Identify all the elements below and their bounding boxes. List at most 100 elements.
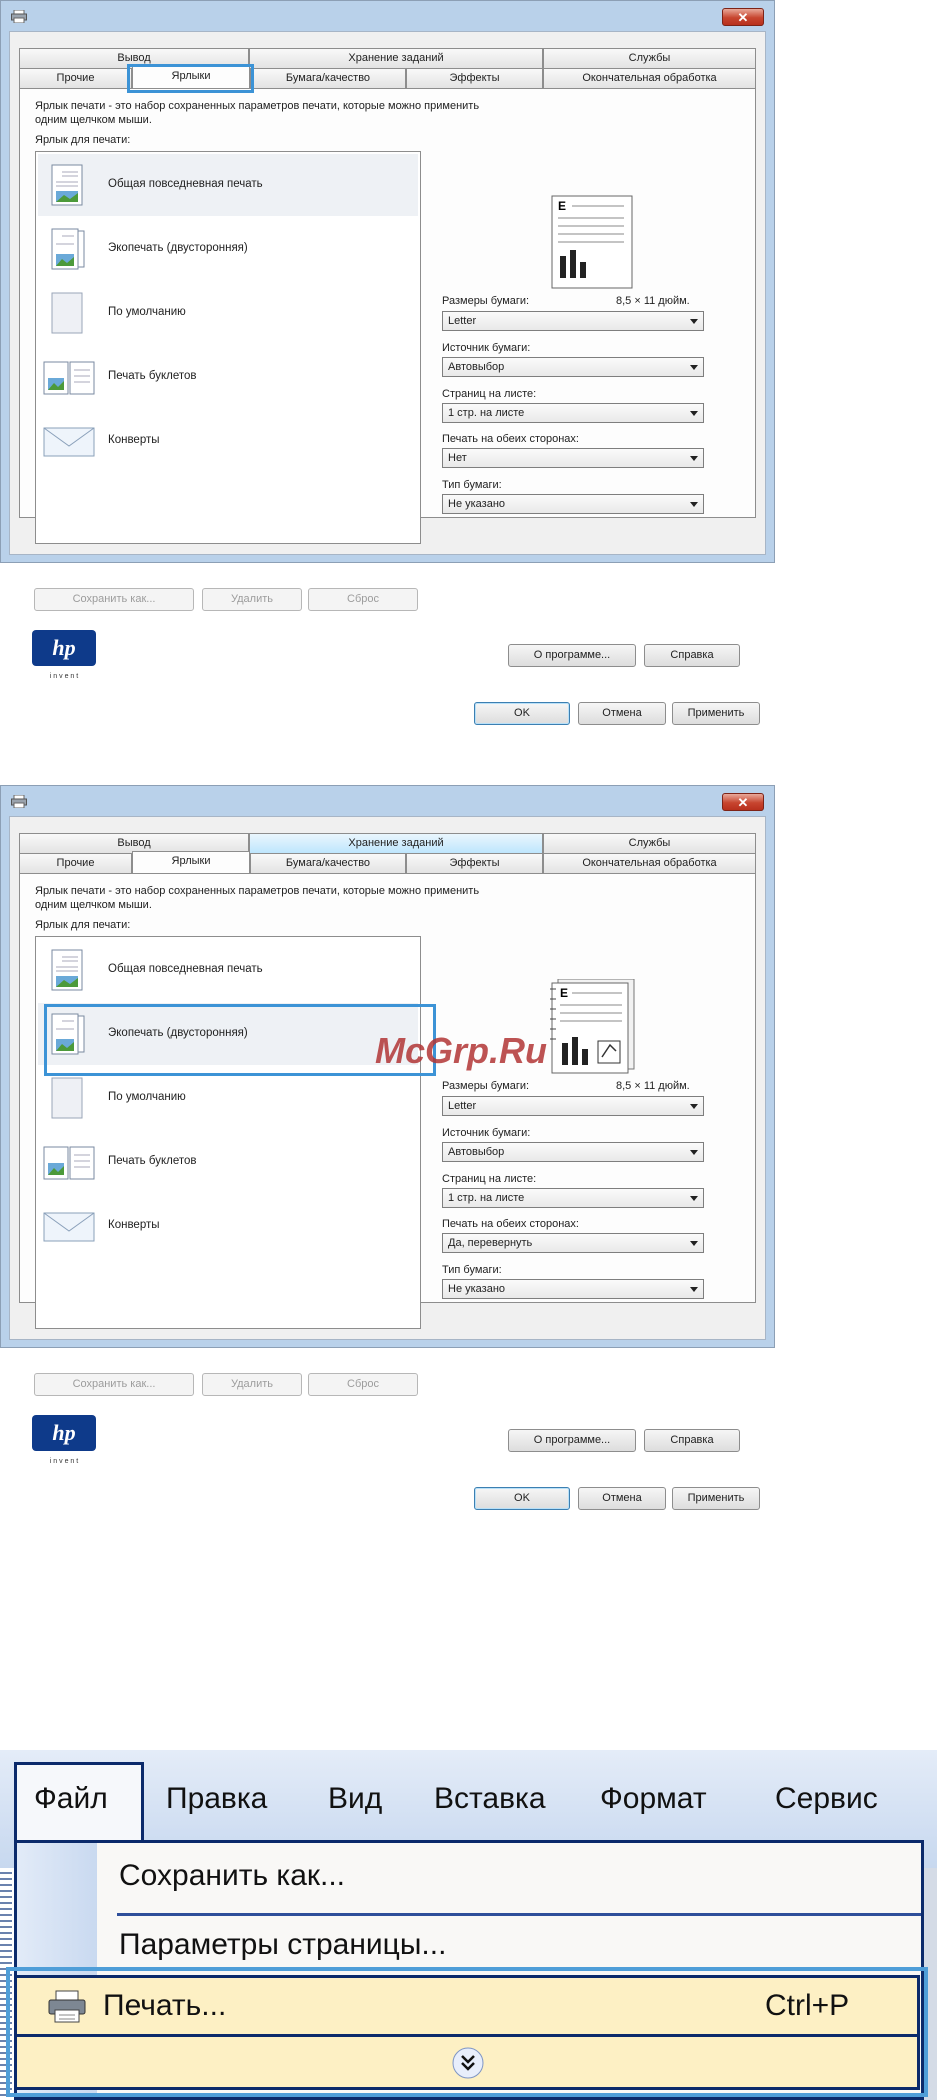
tab-output[interactable]: Вывод [19, 833, 249, 853]
hp-logo-subtext: i n v e n t [50, 1458, 78, 1465]
shortcut-list[interactable]: Общая повседневная печать Экопечать (дву… [35, 936, 421, 1329]
tab-effects[interactable]: Эффекты [406, 853, 543, 873]
shortcut-item-envelopes[interactable]: Конверты [38, 1195, 418, 1257]
duplex-select[interactable]: Нет [442, 448, 704, 468]
menu-format[interactable]: Формат [600, 1782, 707, 1816]
shortcut-label: Конверты [108, 434, 160, 446]
tab-finishing[interactable]: Окончательная обработка [543, 68, 756, 88]
delete-button[interactable]: Удалить [202, 1373, 302, 1396]
paper-source-select[interactable]: Автовыбор [442, 1142, 704, 1162]
shortcut-list[interactable]: Общая повседневная печать Экопечать (дву… [35, 151, 421, 544]
shortcut-item-eco-duplex[interactable]: Экопечать (двусторонняя) [38, 1003, 418, 1065]
duplex-label: Печать на обеих сторонах: [442, 433, 579, 445]
paper-source-value: Автовыбор [448, 361, 505, 373]
pages-per-sheet-select[interactable]: 1 стр. на листе [442, 403, 704, 423]
apply-button[interactable]: Применить [672, 702, 760, 725]
shortcut-item-default[interactable]: По умолчанию [38, 1067, 418, 1129]
duplex-page-preview-icon: E [550, 979, 635, 1074]
hp-logo-subtext: i n v e n t [50, 673, 78, 680]
duplex-select[interactable]: Да, перевернуть [442, 1233, 704, 1253]
paper-type-select[interactable]: Не указано [442, 1279, 704, 1299]
menu-tools[interactable]: Сервис [775, 1782, 878, 1816]
hp-logo: hp i n v e n t [32, 1415, 96, 1465]
shortcut-label: Печать буклетов [108, 1155, 197, 1167]
paper-type-select[interactable]: Не указано [442, 494, 704, 514]
paper-size-dimensions: 8,5 × 11 дюйм. [616, 1080, 690, 1092]
shortcut-item-everyday[interactable]: Общая повседневная печать [38, 154, 418, 216]
menu-item-save-as[interactable]: Сохранить как... [119, 1859, 345, 1893]
save-as-button[interactable]: Сохранить как... [34, 588, 194, 611]
dropdown-arrow-icon [690, 502, 698, 507]
title-bar: ✕ [1, 786, 774, 816]
tab-services[interactable]: Службы [543, 833, 756, 853]
shortcut-list-label: Ярлык для печати: [35, 919, 131, 931]
svg-text:E: E [560, 986, 568, 1000]
svg-text:E: E [558, 199, 566, 213]
dropdown-arrow-icon [690, 319, 698, 324]
close-button[interactable]: ✕ [722, 8, 764, 26]
reset-button[interactable]: Сброс [308, 1373, 418, 1396]
shortcut-description: Ярлык печати - это набор сохраненных пар… [35, 885, 480, 911]
tab-paper-quality[interactable]: Бумага/качество [250, 68, 406, 88]
printer-icon [11, 795, 27, 808]
dropdown-arrow-icon [690, 1196, 698, 1201]
tab-advanced[interactable]: Прочие [19, 853, 132, 873]
pages-per-sheet-value: 1 стр. на листе [448, 407, 525, 419]
duplex-value: Да, перевернуть [448, 1237, 533, 1249]
shortcut-item-envelopes[interactable]: Конверты [38, 410, 418, 472]
paper-size-label: Размеры бумаги: [442, 295, 530, 307]
tab-job-storage[interactable]: Хранение заданий [249, 833, 543, 853]
paper-source-select[interactable]: Автовыбор [442, 357, 704, 377]
shortcut-item-default[interactable]: По умолчанию [38, 282, 418, 344]
reset-button[interactable]: Сброс [308, 588, 418, 611]
ok-button[interactable]: OK [474, 1487, 570, 1510]
menu-insert[interactable]: Вставка [434, 1782, 546, 1816]
shortcut-list-label: Ярлык для печати: [35, 134, 131, 146]
ok-button[interactable]: OK [474, 702, 570, 725]
tab-services[interactable]: Службы [543, 48, 756, 68]
paper-size-select[interactable]: Letter [442, 311, 704, 331]
tab-paper-quality[interactable]: Бумага/качество [250, 853, 406, 873]
about-button[interactable]: О программе... [508, 1429, 636, 1452]
tab-shortcuts[interactable]: Ярлыки [132, 66, 250, 88]
menu-expand-row[interactable] [14, 2034, 920, 2090]
tab-effects[interactable]: Эффекты [406, 68, 543, 88]
print-label: Печать... [103, 1989, 227, 2022]
tab-shortcuts[interactable]: Ярлыки [132, 851, 250, 873]
chevron-double-down-icon[interactable] [451, 2046, 485, 2080]
menu-item-print[interactable]: Печать... Ctrl+P [14, 1975, 920, 2037]
tab-advanced[interactable]: Прочие [19, 68, 132, 88]
shortcut-item-booklet[interactable]: Печать буклетов [38, 346, 418, 408]
shortcut-item-everyday[interactable]: Общая повседневная печать [38, 939, 418, 1001]
menu-item-page-setup[interactable]: Параметры страницы... [119, 1928, 446, 1962]
pages-per-sheet-select[interactable]: 1 стр. на листе [442, 1188, 704, 1208]
title-bar: ✕ [1, 1, 774, 31]
shortcut-label: Экопечать (двусторонняя) [108, 1027, 248, 1039]
tab-finishing[interactable]: Окончательная обработка [543, 853, 756, 873]
shortcut-label: Общая повседневная печать [108, 178, 263, 190]
paper-type-label: Тип бумаги: [442, 479, 502, 491]
help-button[interactable]: Справка [644, 644, 740, 667]
about-button[interactable]: О программе... [508, 644, 636, 667]
menu-edit[interactable]: Правка [166, 1782, 267, 1816]
tab-output[interactable]: Вывод [19, 48, 249, 68]
shortcut-label: По умолчанию [108, 306, 186, 318]
paper-size-dimensions: 8,5 × 11 дюйм. [616, 295, 690, 307]
dialog-client-area: Вывод Хранение заданий Службы Прочие Ярл… [9, 816, 766, 1510]
paper-size-select[interactable]: Letter [442, 1096, 704, 1116]
delete-button[interactable]: Удалить [202, 588, 302, 611]
shortcut-item-eco-duplex[interactable]: Экопечать (двусторонняя) [38, 218, 418, 280]
booklet-icon [43, 1146, 95, 1180]
tab-job-storage[interactable]: Хранение заданий [249, 48, 543, 68]
cancel-button[interactable]: Отмена [578, 1487, 666, 1510]
help-button[interactable]: Справка [644, 1429, 740, 1452]
close-button[interactable]: ✕ [722, 793, 764, 811]
dropdown-arrow-icon [690, 1104, 698, 1109]
menu-file[interactable]: Файл [34, 1782, 108, 1816]
shortcut-item-booklet[interactable]: Печать буклетов [38, 1131, 418, 1193]
menu-view[interactable]: Вид [328, 1782, 382, 1816]
save-as-button[interactable]: Сохранить как... [34, 1373, 194, 1396]
apply-button[interactable]: Применить [672, 1487, 760, 1510]
cancel-button[interactable]: Отмена [578, 702, 666, 725]
booklet-icon [43, 361, 95, 395]
